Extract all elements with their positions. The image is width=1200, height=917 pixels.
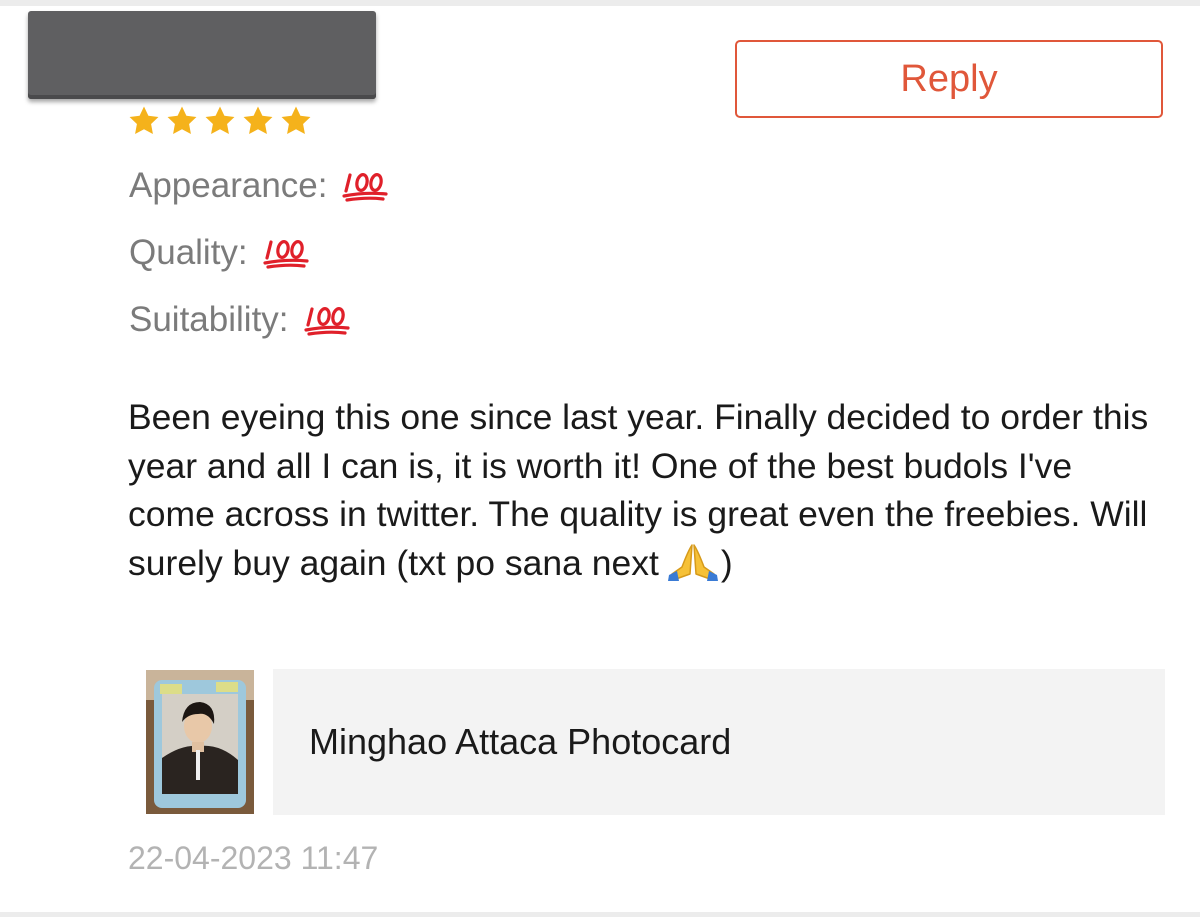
review-body-closing: ) <box>720 542 733 583</box>
photocard-thumbnail[interactable] <box>146 670 254 814</box>
reply-button[interactable]: Reply <box>735 40 1163 118</box>
star-icon <box>281 106 311 135</box>
rating-label: Suitability: <box>129 300 289 339</box>
product-link-card[interactable]: Minghao Attaca Photocard <box>273 669 1165 815</box>
star-rating <box>127 104 313 138</box>
star-icon <box>129 106 159 135</box>
review-text: Been eyeing this one since last year. Fi… <box>128 393 1158 587</box>
review-timestamp: 22-04-2023 11:47 <box>128 840 379 876</box>
folded-hands-icon <box>667 543 718 581</box>
bottom-divider <box>0 912 1200 917</box>
hundred-points-icon <box>263 240 309 269</box>
rating-appearance: Appearance: <box>129 166 391 206</box>
rating-label: Quality: <box>129 233 248 272</box>
star-icon <box>167 106 197 135</box>
review-body-text: Been eyeing this one since last year. Fi… <box>128 397 1149 583</box>
rating-label: Appearance: <box>129 166 328 205</box>
hundred-points-icon <box>342 173 389 202</box>
star-icon <box>243 106 273 135</box>
product-name: Minghao Attaca Photocard <box>309 721 732 762</box>
hundred-points-icon <box>303 307 350 336</box>
rating-quality: Quality: <box>129 233 312 273</box>
star-icon <box>205 106 235 135</box>
photocard-thumbnail-image <box>146 670 254 814</box>
username-redaction-block <box>28 11 376 99</box>
rating-suitability: Suitability: <box>129 300 353 340</box>
top-divider <box>0 0 1200 6</box>
